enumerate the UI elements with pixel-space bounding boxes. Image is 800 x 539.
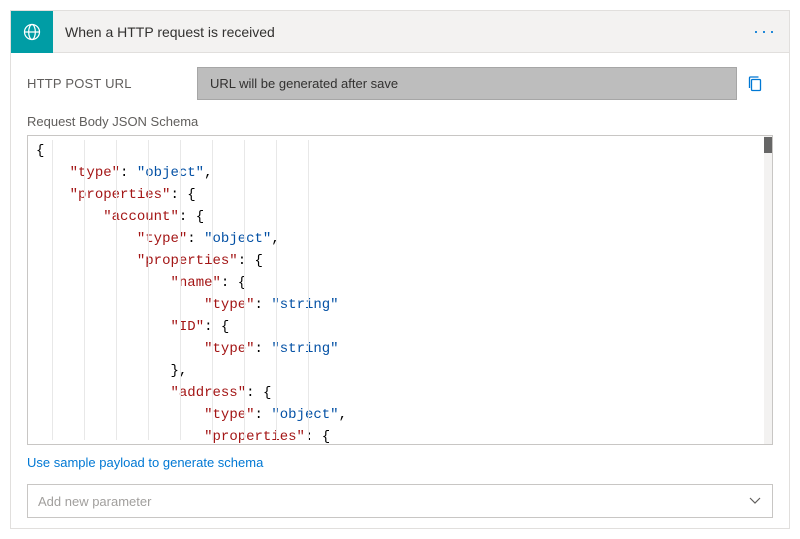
use-sample-payload-link[interactable]: Use sample payload to generate schema bbox=[27, 455, 263, 470]
http-post-url-label: HTTP POST URL bbox=[27, 76, 197, 91]
http-post-url-value: URL will be generated after save bbox=[197, 67, 737, 100]
scrollbar-thumb[interactable] bbox=[764, 137, 772, 153]
more-options-button[interactable]: ··· bbox=[741, 21, 789, 42]
schema-code[interactable]: { "type": "object", "properties": { "acc… bbox=[28, 136, 772, 444]
card-title: When a HTTP request is received bbox=[53, 24, 741, 40]
scrollbar-vertical[interactable] bbox=[764, 136, 772, 444]
add-parameter-placeholder: Add new parameter bbox=[38, 494, 748, 509]
http-trigger-card: When a HTTP request is received ··· HTTP… bbox=[10, 10, 790, 529]
card-body: HTTP POST URL URL will be generated afte… bbox=[11, 53, 789, 528]
schema-label: Request Body JSON Schema bbox=[27, 114, 773, 129]
copy-icon bbox=[747, 75, 763, 93]
http-globe-icon bbox=[11, 11, 53, 53]
add-parameter-dropdown[interactable]: Add new parameter bbox=[27, 484, 773, 518]
chevron-down-icon bbox=[748, 493, 762, 510]
schema-textarea[interactable]: { "type": "object", "properties": { "acc… bbox=[27, 135, 773, 445]
http-post-url-row: HTTP POST URL URL will be generated afte… bbox=[27, 67, 773, 100]
copy-url-button[interactable] bbox=[737, 75, 773, 93]
card-header[interactable]: When a HTTP request is received ··· bbox=[11, 11, 789, 53]
